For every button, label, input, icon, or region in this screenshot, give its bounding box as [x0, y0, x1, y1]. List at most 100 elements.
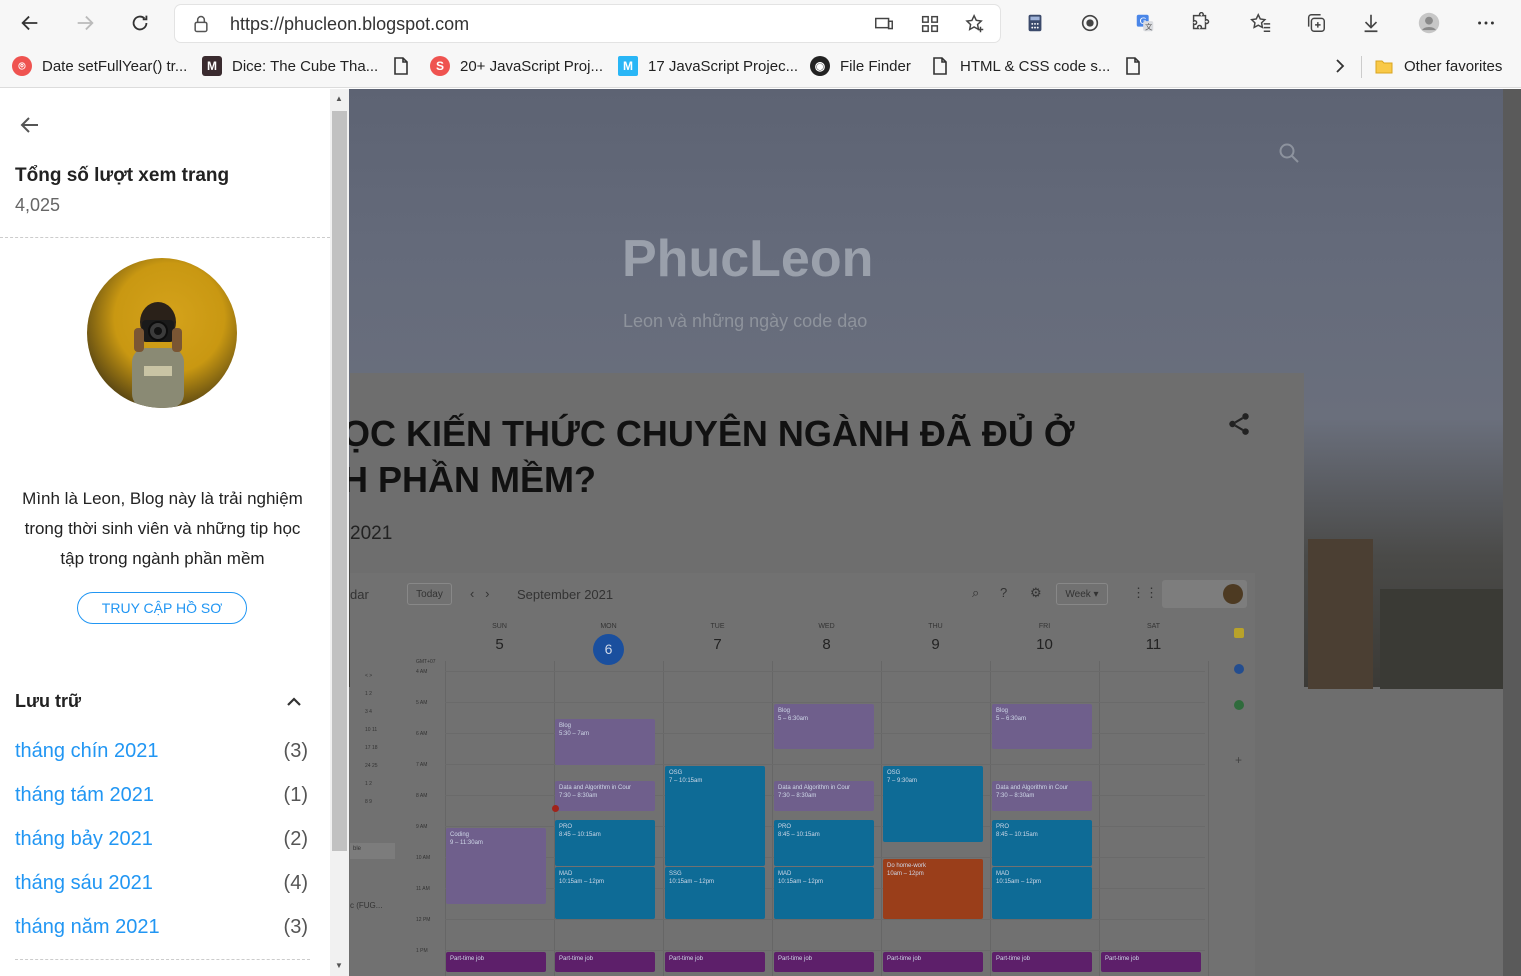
calculator-extension-button[interactable]	[1018, 6, 1052, 40]
event-title: MAD	[996, 871, 1010, 877]
calendar-event: Part-time job	[665, 952, 765, 972]
calendar-event: Part-time job	[992, 952, 1092, 972]
event-time: 10:15am – 12pm	[778, 879, 824, 885]
close-sidebar-arrow-icon[interactable]	[18, 113, 42, 137]
back-button[interactable]	[13, 6, 47, 40]
archive-count: (2)	[283, 828, 308, 850]
scroll-up-arrow-icon[interactable]: ▲	[335, 94, 343, 103]
day-name: TUE	[710, 623, 725, 630]
add-favorite-icon[interactable]	[964, 13, 986, 35]
mini-row: < >	[365, 673, 373, 679]
share-icon[interactable]	[1226, 411, 1252, 437]
downloads-button[interactable]	[1354, 6, 1388, 40]
refresh-button[interactable]	[123, 6, 157, 40]
translate-extension-button[interactable]: G文	[1128, 6, 1162, 40]
qr-code-icon[interactable]	[919, 13, 941, 35]
calendar-event: PRO 8:45 – 10:15am	[992, 820, 1092, 866]
mini-calendar: < > 1 2 3 4 10 11 17 18 24 25 1 2 8 9 bl…	[350, 673, 405, 910]
apps-grid-icon: ⋮⋮	[1132, 585, 1158, 600]
visit-profile-button[interactable]: TRUY CẬP HỒ SƠ	[77, 592, 247, 624]
bookmarks-overflow-button[interactable]	[1330, 55, 1350, 77]
grid-line	[445, 671, 1205, 672]
sidebar-scrollbar[interactable]: ▲ ▼	[330, 89, 349, 976]
extensions-button[interactable]	[1183, 6, 1217, 40]
grid-line	[990, 661, 991, 976]
mini-row: 8 9	[365, 799, 372, 805]
scroll-down-arrow-icon[interactable]: ▼	[335, 961, 343, 970]
calendar-event: Part-time job	[774, 952, 874, 972]
bookmark-item[interactable]: ◉ File Finder	[810, 55, 911, 77]
archive-item[interactable]: tháng năm 2021 (3)	[15, 916, 310, 946]
bookmark-item[interactable]: S 20+ JavaScript Proj...	[430, 55, 603, 77]
scrollbar-thumb[interactable]	[332, 111, 347, 851]
blog-title[interactable]: PhucLeon	[622, 229, 873, 289]
bookmark-item[interactable]: M Dice: The Cube Tha...	[202, 55, 378, 77]
archive-link[interactable]: tháng năm 2021	[15, 916, 160, 939]
view-label: Week	[1065, 588, 1091, 600]
bookmark-item[interactable]: M 17 JavaScript Projec...	[618, 55, 798, 77]
forward-button[interactable]	[68, 6, 102, 40]
more-horizontal-icon	[1478, 21, 1494, 25]
calendar-event: Blog 5:30 – 7am	[555, 719, 655, 765]
search-icon[interactable]	[1277, 141, 1301, 165]
event-time: 10:15am – 12pm	[559, 879, 605, 885]
svg-text:文: 文	[1145, 22, 1153, 31]
post-title[interactable]: ỌC KIẾN THỨC CHUYÊN NGÀNH ĐÃ ĐỦ Ở H PHẦN…	[342, 411, 1102, 503]
archive-item[interactable]: tháng bảy 2021 (2)	[15, 828, 310, 858]
calculator-icon	[1028, 14, 1042, 32]
bookmark-label: Dice: The Cube Tha...	[232, 57, 379, 75]
grid-line	[663, 661, 664, 976]
profile-button[interactable]	[1412, 6, 1446, 40]
collections-button[interactable]	[1299, 6, 1333, 40]
red-s-icon: S	[430, 56, 450, 76]
user-avatar-icon	[1418, 12, 1440, 34]
event-time: 5 – 6:30am	[778, 716, 809, 722]
time-label: 6 AM	[416, 731, 428, 737]
calendar-event: Part-time job	[883, 952, 983, 972]
archive-link[interactable]: tháng tám 2021	[15, 784, 154, 807]
event-time: 9 – 11:30am	[450, 840, 483, 846]
archive-link[interactable]: tháng chín 2021	[15, 740, 158, 763]
archive-item[interactable]: tháng tám 2021 (1)	[15, 784, 310, 814]
post-card: ỌC KIẾN THỨC CHUYÊN NGÀNH ĐÃ ĐỦ Ở H PHẦN…	[342, 373, 1304, 976]
bookmark-item[interactable]: ⌾ Date setFullYear() tr...	[12, 55, 187, 77]
favorites-button[interactable]	[1244, 6, 1278, 40]
other-favorites-label: Other favorites	[1404, 57, 1503, 75]
event-title: Coding	[450, 832, 470, 838]
chevron-up-icon[interactable]	[284, 692, 304, 712]
time-label: 10 AM	[416, 855, 431, 861]
day-header: WED 8	[772, 623, 881, 653]
divider	[1361, 56, 1362, 78]
mini-row: 1 2	[365, 781, 372, 787]
page-scrollbar[interactable]	[1503, 89, 1521, 976]
bookmark-item[interactable]	[1123, 55, 1153, 77]
archive-link[interactable]: tháng sáu 2021	[15, 872, 153, 895]
other-favorites-folder[interactable]: Other favorites	[1374, 55, 1502, 77]
calendar-event: PRO 8:45 – 10:15am	[555, 820, 655, 866]
day-name: FRI	[1038, 623, 1051, 630]
pageviews-count: 4,025	[15, 195, 61, 215]
time-label: 5 AM	[416, 700, 428, 706]
event-time: 8:45 – 10:15am	[778, 832, 820, 838]
settings-menu-button[interactable]	[1469, 6, 1503, 40]
event-title: OSG	[669, 770, 683, 776]
background-trees	[1380, 589, 1503, 689]
event-time: 7:30 – 8:30am	[559, 793, 598, 799]
address-bar[interactable]: https://phucleon.blogspot.com	[175, 5, 1000, 42]
background-building	[1308, 539, 1373, 689]
app-available-icon[interactable]	[873, 13, 895, 35]
event-title: Data and Algorithm in Cour	[996, 785, 1069, 791]
archive-item[interactable]: tháng sáu 2021 (4)	[15, 872, 310, 902]
post-title-line: ỌC KIẾN THỨC CHUYÊN NGÀNH ĐÃ ĐỦ Ở	[342, 413, 1075, 454]
bookmark-item[interactable]	[391, 55, 421, 77]
bookmark-item[interactable]: HTML & CSS code s...	[930, 55, 1110, 77]
event-title: Do home-work	[887, 863, 927, 869]
github-icon: ◉	[810, 56, 830, 76]
archive-link[interactable]: tháng bảy 2021	[15, 828, 153, 851]
event-title: Blog	[778, 708, 791, 714]
page-icon	[394, 57, 408, 75]
profile-avatar[interactable]	[87, 258, 237, 408]
record-extension-button[interactable]	[1073, 6, 1107, 40]
archive-item[interactable]: tháng chín 2021 (3)	[15, 740, 310, 770]
time-label: 8 AM	[416, 793, 428, 799]
